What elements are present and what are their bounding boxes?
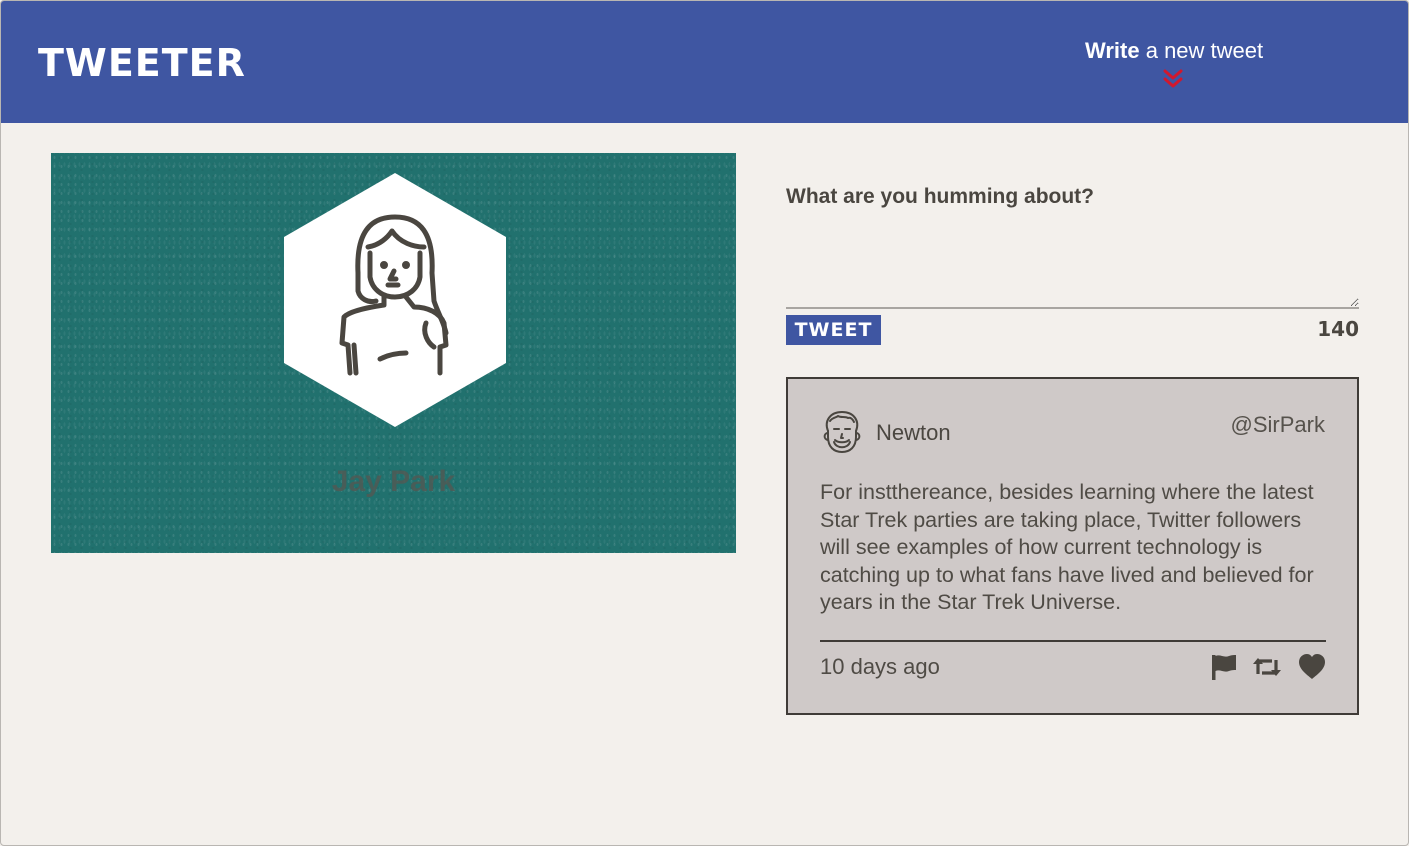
man-avatar-icon — [823, 411, 861, 453]
profile-banner: Jay Park — [51, 153, 736, 553]
flag-icon[interactable] — [1209, 652, 1239, 682]
tweet-timestamp: 10 days ago — [820, 654, 940, 679]
tweet-body: For instthereance, besides learning wher… — [820, 480, 1314, 614]
character-counter: 140 — [1317, 317, 1359, 341]
tweet-divider — [820, 640, 1326, 642]
top-nav: Tweeter Write a new tweet — [1, 1, 1408, 123]
compose-label: What are you humming about? — [786, 185, 1094, 208]
profile-name: Jay Park — [331, 465, 456, 498]
app-window: Tweeter Write a new tweet — [0, 0, 1409, 846]
compose-toggle-strong: Write — [1085, 38, 1140, 63]
tweet-textarea[interactable] — [786, 223, 1359, 309]
retweet-icon[interactable] — [1252, 652, 1282, 682]
tweet-author-handle: @SirPark — [1230, 412, 1325, 437]
write-new-tweet-toggle[interactable]: Write a new tweet — [1085, 37, 1265, 65]
brand-logo[interactable]: Tweeter — [38, 41, 246, 85]
tweet-button[interactable]: Tweet — [786, 315, 881, 345]
compose-toggle-rest: a new tweet — [1139, 38, 1264, 63]
profile-avatar — [284, 173, 506, 427]
double-chevron-down-icon[interactable] — [1163, 69, 1183, 89]
tweet-author-name: Newton — [876, 420, 951, 445]
tweet-card: Newton @SirPark For instthereance, besid… — [786, 377, 1359, 715]
heart-icon[interactable] — [1297, 652, 1327, 682]
